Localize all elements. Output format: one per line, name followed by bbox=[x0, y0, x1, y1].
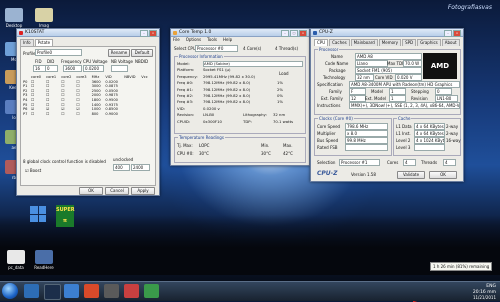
battery-tooltip: 1 h 26 min (81%) remaining bbox=[430, 262, 493, 271]
frequency-field[interactable]: 3600 bbox=[63, 65, 82, 72]
profile-select[interactable]: Profile0 bbox=[35, 49, 82, 56]
pstate-table: core0 core1 core2 core3 MHz VID NBVID Vc… bbox=[23, 75, 151, 116]
ok-button[interactable]: OK bbox=[79, 187, 103, 195]
tab-spd[interactable]: SPD bbox=[402, 39, 417, 46]
file-icon bbox=[7, 250, 25, 264]
folder-icon bbox=[35, 8, 53, 22]
minimize-button[interactable]: – bbox=[281, 30, 289, 37]
did-input[interactable]: 0 bbox=[45, 65, 58, 72]
desktop-icon[interactable]: ReadHere bbox=[30, 250, 58, 270]
core-speed-field: 798.6 MHz bbox=[345, 123, 388, 130]
validate-button[interactable]: Validate bbox=[397, 171, 425, 179]
apply-button[interactable]: Apply bbox=[131, 187, 155, 195]
explorer-icon[interactable] bbox=[64, 284, 79, 298]
coretemp-window: Core Temp 1.0 – □ x File Options Tools Hel… bbox=[170, 28, 310, 166]
start-button[interactable] bbox=[2, 283, 18, 299]
ie-icon[interactable] bbox=[24, 284, 39, 298]
file-icon bbox=[35, 250, 53, 264]
tab-cpu[interactable]: CPU bbox=[314, 39, 329, 46]
minimize-button[interactable]: – bbox=[444, 30, 452, 37]
pstate-panel: Profile Profile0 Rename Default FID DID … bbox=[20, 46, 156, 186]
tab-caches[interactable]: Caches bbox=[329, 39, 350, 46]
rename-button[interactable]: Rename bbox=[108, 49, 130, 57]
menu-options[interactable]: Options bbox=[186, 37, 201, 42]
table-row[interactable]: P7 ☐ ☐ ☐ ☐ 800 0.9000 bbox=[23, 112, 151, 117]
tab-pstate[interactable]: Pstate bbox=[34, 39, 54, 46]
info-list: Model: AMD (Sabine) Platform: Socket FS1 (… bbox=[177, 61, 303, 125]
app-icon[interactable] bbox=[144, 284, 159, 298]
boost-checkbox[interactable]: ☑ Boost bbox=[25, 168, 41, 173]
menu-bar: File Options Tools Help bbox=[173, 37, 232, 42]
maximize-button[interactable]: □ bbox=[290, 30, 298, 37]
temperature-group: Temperature Readings Tj. Max: LOPC Min. … bbox=[174, 135, 306, 163]
title-bar[interactable]: CPU-Z – x bbox=[311, 29, 463, 37]
tab-mainboard[interactable]: Mainboard bbox=[350, 39, 378, 46]
desktop-icon[interactable]: Imag bbox=[30, 8, 58, 28]
wallpaper-crowd bbox=[0, 215, 500, 275]
k10stat-window: K10STAT – x Info Pstate Profile Profile0 R… bbox=[16, 28, 160, 196]
title-bar[interactable]: K10STAT – x bbox=[17, 29, 159, 37]
tab-info[interactable]: Info bbox=[20, 39, 34, 46]
app-icon[interactable] bbox=[104, 284, 119, 298]
cpuz-logo: CPU-Z bbox=[317, 170, 338, 177]
cpuz-window: CPU-Z – x CPU Caches Mainboard Memory SPD Grap… bbox=[310, 28, 464, 182]
super-pi-icon[interactable]: SUPER π bbox=[56, 205, 75, 227]
clocks-group: Clocks (Core #0) Core Speed 798.6 MHz Mu… bbox=[314, 116, 392, 156]
cpu-voltage-input[interactable]: 0.0200 bbox=[83, 65, 104, 72]
default-button[interactable]: Default bbox=[131, 49, 153, 57]
app-icon[interactable] bbox=[124, 284, 139, 298]
media-player-icon[interactable] bbox=[44, 284, 61, 300]
menu-help[interactable]: Help bbox=[223, 37, 232, 42]
cpu-temperature: 30°C bbox=[199, 151, 209, 156]
desktop-icon[interactable]: Desktop bbox=[0, 8, 28, 28]
close-button[interactable]: x bbox=[299, 30, 307, 37]
close-button[interactable]: x bbox=[453, 30, 461, 37]
windows-logo-icon[interactable] bbox=[30, 206, 46, 222]
title-bar[interactable]: Core Temp 1.0 – □ x bbox=[171, 29, 309, 37]
unclocked-max-input[interactable]: 2400 bbox=[131, 164, 150, 171]
thermometer-icon bbox=[173, 30, 177, 35]
processor-info-group: Processor Information Load Model: AMD (Sa… bbox=[174, 54, 306, 134]
app-icon bbox=[19, 30, 23, 35]
tray-date: 11/21/2011 bbox=[472, 295, 496, 300]
unclocked-min-input[interactable]: 400 bbox=[113, 164, 130, 171]
processor-select[interactable]: Processor #1 bbox=[339, 159, 380, 166]
tab-about[interactable]: About bbox=[441, 39, 460, 46]
processor-group: Processor Name AMD A8 Code Name Llano Ma… bbox=[314, 47, 461, 115]
amd-logo: AMD bbox=[423, 53, 457, 79]
menu-tools[interactable]: Tools bbox=[207, 37, 217, 42]
tab-memory[interactable]: Memory bbox=[378, 39, 402, 46]
desktop-icon[interactable]: pc_data bbox=[2, 250, 30, 270]
ok-button[interactable]: OK bbox=[429, 171, 457, 179]
cpu-select[interactable]: Processor #0 bbox=[195, 45, 238, 52]
cpuz-icon bbox=[313, 30, 317, 35]
cpu-name-field: AMD A8 bbox=[355, 53, 422, 60]
taskbar: 1 h 26 min (81%) remaining ENG 20:16 mm … bbox=[0, 262, 500, 301]
folder-icon bbox=[5, 8, 23, 22]
cancel-button[interactable]: Cancel bbox=[105, 187, 129, 195]
app-icon[interactable] bbox=[84, 284, 99, 298]
tab-graphics[interactable]: Graphics bbox=[417, 39, 441, 46]
menu-file[interactable]: File bbox=[173, 37, 180, 42]
cache-group: Cache L1 Data 4 x 64 KBytes 2-way L1 Ins… bbox=[393, 116, 461, 156]
watermark: Fotografiasvas bbox=[447, 4, 492, 11]
close-button[interactable]: x bbox=[149, 30, 157, 37]
nb-voltage-input[interactable] bbox=[111, 65, 128, 72]
minimize-button[interactable]: – bbox=[140, 30, 148, 37]
